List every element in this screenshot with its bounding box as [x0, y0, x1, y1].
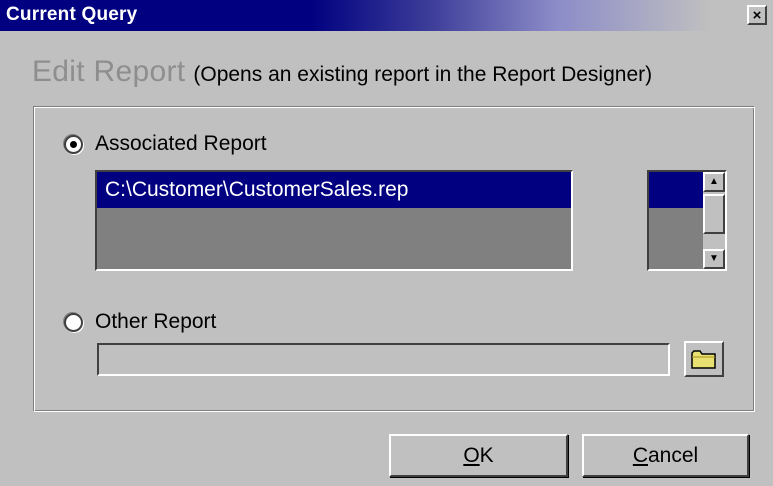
other-report-radio[interactable]	[64, 312, 83, 332]
associated-report-list[interactable]: C:\Customer\CustomerSales.rep	[95, 170, 573, 271]
cancel-accelerator: C	[632, 443, 648, 467]
other-report-label: Other Report	[95, 310, 217, 333]
secondary-list[interactable]: ▲ ▼	[647, 170, 727, 271]
current-query-dialog: Current Query × Edit Report (Opens an exi…	[0, 0, 773, 486]
list-item[interactable]: C:\Customer\CustomerSales.rep	[97, 172, 571, 208]
arrow-down-icon: ▼	[709, 253, 719, 264]
cancel-label: ancel	[647, 443, 699, 467]
heading-title: Edit Report	[32, 55, 186, 88]
associated-report-option[interactable]: Associated Report	[64, 132, 267, 156]
scroll-down-button[interactable]: ▼	[703, 249, 725, 269]
scroll-thumb[interactable]	[703, 194, 725, 234]
browse-folder-button[interactable]	[684, 341, 724, 377]
associated-report-label: Associated Report	[95, 132, 267, 155]
heading-description: (Opens an existing report in the Report …	[193, 63, 653, 86]
ok-accelerator: O	[463, 443, 480, 467]
ok-label: K	[479, 443, 494, 467]
page-heading: Edit Report (Opens an existing report in …	[32, 55, 652, 89]
close-icon: ×	[752, 6, 762, 24]
window-title: Current Query	[6, 4, 138, 25]
arrow-up-icon: ▲	[709, 176, 719, 187]
scroll-up-button[interactable]: ▲	[703, 172, 725, 192]
other-report-path-input[interactable]	[97, 343, 670, 376]
radio-selected-dot	[70, 140, 77, 148]
close-button[interactable]: ×	[747, 5, 767, 25]
folder-icon	[691, 350, 716, 369]
other-report-option[interactable]: Other Report	[64, 310, 216, 334]
title-bar[interactable]: Current Query ×	[0, 0, 773, 31]
vertical-scrollbar[interactable]: ▲ ▼	[703, 172, 725, 269]
secondary-list-selected-item[interactable]	[649, 172, 703, 208]
associated-report-radio[interactable]	[64, 134, 83, 154]
ok-button[interactable]: OK	[389, 434, 568, 477]
cancel-button[interactable]: Cancel	[582, 434, 749, 477]
